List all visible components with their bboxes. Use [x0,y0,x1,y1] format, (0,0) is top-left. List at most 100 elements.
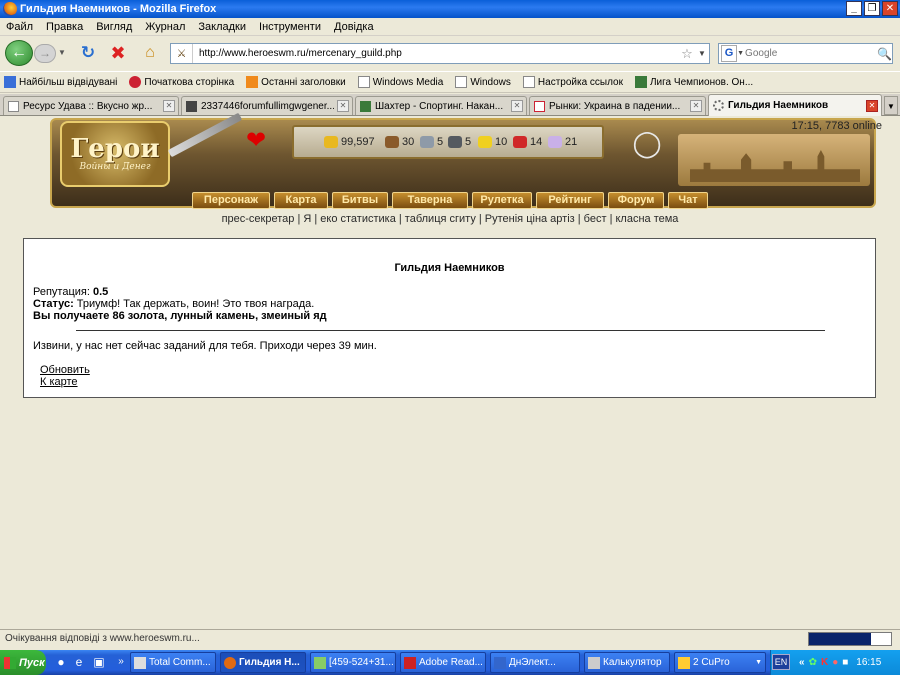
tray-expand-icon[interactable]: « [799,657,805,668]
stop-button[interactable]: ✖ [108,43,128,63]
game-menu-map[interactable]: Карта [274,192,328,209]
tray-security-icon[interactable]: ■ [842,657,848,668]
menu-help[interactable]: Довідка [334,21,374,33]
pencil-icon [678,656,690,669]
tab-resource[interactable]: Ресурс Удава :: Вкусно жр... ✕ [3,96,179,115]
tab-markets[interactable]: Рынки: Украина в падении... ✕ [529,96,706,115]
address-bar[interactable]: ⚔ http://www.heroeswm.ru/mercenary_guild… [170,43,710,64]
group-dropdown-icon[interactable]: ▼ [755,659,762,666]
game-menu-tavern[interactable]: Таверна [392,192,468,209]
menu-tools[interactable]: Інструменти [259,21,321,33]
url-dropdown-icon[interactable]: ▼ [695,49,709,58]
health-heart-icon: ❤ [245,127,267,154]
google-icon[interactable]: G [721,45,738,62]
back-button[interactable]: ← [5,40,33,66]
app-icon [494,656,506,669]
task-total-commander[interactable]: Total Comm... [130,652,216,673]
divider [76,330,825,331]
menu-edit[interactable]: Правка [46,21,83,33]
tray-kaspersky-icon[interactable]: K [821,657,828,668]
search-icon[interactable]: 🔍 [877,47,892,61]
game-menu-battles[interactable]: Битвы [332,192,388,209]
resource-crystals: 14 [513,134,542,150]
url-text[interactable]: http://www.heroeswm.ru/mercenary_guild.p… [193,48,679,59]
task-editor[interactable]: [459-524+31... [310,652,396,673]
bookmark-start-page[interactable]: Початкова сторінка [129,76,234,88]
to-map-link[interactable]: К карте [40,376,78,388]
tab-mercenary-guild[interactable]: Гильдия Наемников ✕ [708,94,882,116]
gold-icon [324,136,338,148]
start-button[interactable]: Пуск [0,650,46,675]
calculator-icon [588,656,600,669]
game-menu-rating[interactable]: Рейтинг [536,192,604,209]
close-tab-icon[interactable]: ✕ [511,100,523,112]
close-tab-icon[interactable]: ✕ [337,100,349,112]
search-bar[interactable]: G ▼ 🔍 [718,43,893,64]
quicklaunch-save-icon[interactable]: ▣ [92,654,106,670]
bookmark-windows-media[interactable]: Windows Media [357,76,443,88]
task-dnelekt[interactable]: ДнЭлект... [490,652,580,673]
task-firefox[interactable]: Гильдия Н... [220,652,306,673]
page-icon [357,76,370,88]
quicklaunch-ie-icon[interactable]: e [72,654,86,670]
tray-red-icon[interactable]: ● [832,657,838,668]
bookmark-star-icon[interactable]: ☆ [679,46,695,62]
task-adobe-reader[interactable]: Adobe Read... [400,652,486,673]
tab-forum-image[interactable]: 2337446forumfullimgwgener... ✕ [181,96,353,115]
sub-links[interactable]: прес-секретар | Я | еко статистика | таб… [150,213,750,227]
bookmark-latest-headlines[interactable]: Останні заголовки [246,76,346,88]
maximize-button[interactable]: ❐ [864,1,880,16]
mercury-icon [448,136,462,148]
minimize-button[interactable]: _ [846,1,862,16]
tray-green-icon[interactable]: ✿ [809,657,817,668]
game-menu-chat[interactable]: Чат [668,192,708,209]
status-bar-text: Очікування відповіді з www.heroeswm.ru..… [5,633,200,644]
sulfur-icon [478,136,492,148]
close-tab-icon[interactable]: ✕ [163,100,175,112]
bookmark-windows[interactable]: Windows [455,76,511,88]
status-text: Триумф! Так держать, воин! Это твоя нагр… [76,298,315,310]
game-menu-character[interactable]: Персонаж [192,192,270,209]
history-dropdown-icon[interactable]: ▼ [58,46,68,60]
page-icon [522,76,535,88]
quicklaunch-more-icon[interactable]: » [114,654,128,670]
menu-file[interactable]: Файл [6,21,33,33]
clock[interactable]: 16:15 [856,657,881,668]
bookmark-champions-league[interactable]: Лига Чемпионов. Он... [634,76,753,88]
page-icon [534,100,545,112]
forward-button[interactable]: → [34,44,56,63]
page-icon [8,100,19,112]
search-input[interactable] [745,48,878,59]
menu-view[interactable]: Вигляд [96,21,132,33]
list-all-tabs-icon[interactable]: ▼ [884,96,898,115]
game-menu-forum[interactable]: Форум [608,192,664,209]
bookmark-most-visited[interactable]: Найбільш відвідувані [4,76,117,88]
refresh-link[interactable]: Обновить [40,364,90,376]
close-tab-icon[interactable]: ✕ [690,100,702,112]
tab-shakhtar[interactable]: Шахтер - Спортинг. Накан... ✕ [355,96,527,115]
reputation-value: 0.5 [92,286,109,298]
menu-bookmarks[interactable]: Закладки [198,21,246,33]
resource-gems: 21 [548,134,577,150]
wood-icon [385,136,399,148]
time-online-counter: 17:15, 7783 online [791,120,882,132]
close-tab-icon[interactable]: ✕ [866,99,878,112]
home-button[interactable]: ⌂ [140,43,160,63]
crystal-icon [513,136,527,148]
bookmarks-toolbar: Найбільш відвідувані Початкова сторінка … [0,71,900,93]
status-label: Статус: [33,298,74,310]
menu-history[interactable]: Журнал [145,21,185,33]
game-logo[interactable]: Герои Войны и Денег [60,121,170,187]
bookmark-customize-links[interactable]: Настройка ссылок [522,76,623,88]
app-icon [314,656,326,669]
search-engine-dropdown-icon[interactable]: ▼ [737,50,745,57]
close-button[interactable]: ✕ [882,1,898,16]
task-cupro[interactable]: 2 CuPro ▼ [674,652,766,673]
quicklaunch-messenger-icon[interactable]: ● [54,654,68,670]
task-calculator[interactable]: Калькулятор [584,652,670,673]
mana-orb-icon: ◯ [632,128,662,158]
language-indicator[interactable]: EN [772,654,790,670]
reload-button[interactable]: ↻ [78,43,98,63]
game-menu-roulette[interactable]: Рулетка [472,192,532,209]
gem-icon [548,136,562,148]
